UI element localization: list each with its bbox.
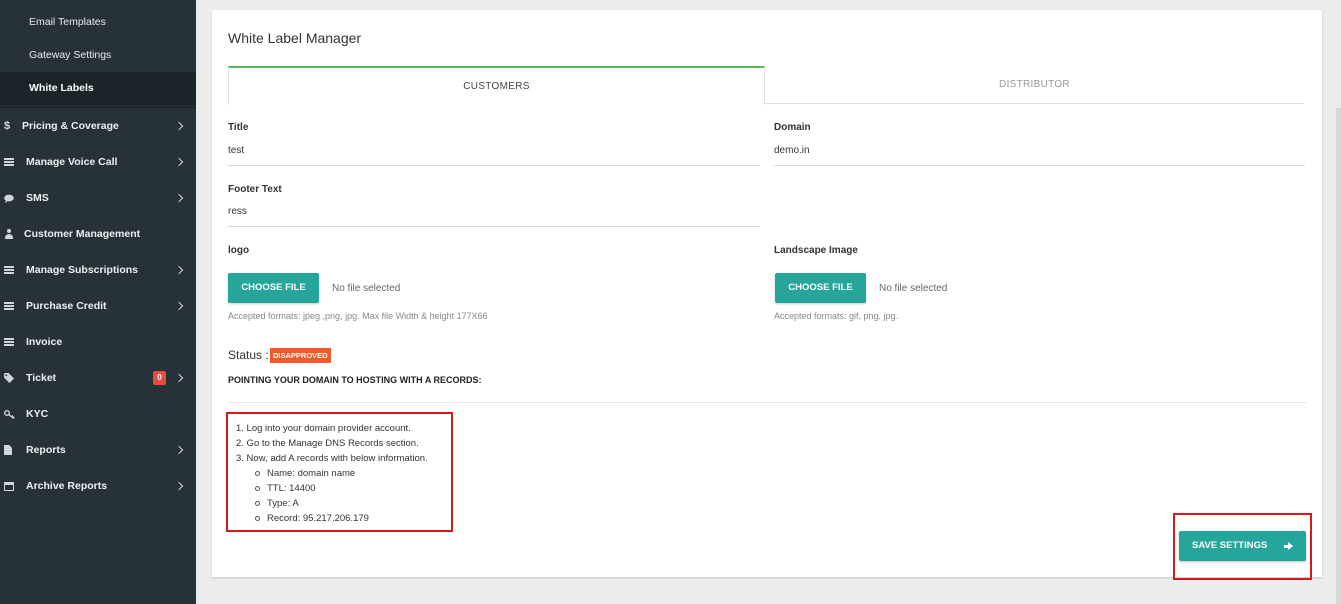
sidebar-item-label: Customer Management bbox=[24, 228, 141, 240]
section-divider bbox=[228, 402, 1306, 403]
user-icon bbox=[4, 229, 22, 239]
dns-record-item: TTL: 14400 bbox=[236, 481, 428, 496]
chevron-right-icon bbox=[174, 373, 184, 383]
landscape-file-status: No file selected bbox=[879, 283, 948, 294]
dns-instructions-heading: POINTING YOUR DOMAIN TO HOSTING WITH A R… bbox=[228, 375, 482, 385]
key-icon bbox=[4, 409, 22, 419]
sidebar-item-label: Manage Subscriptions bbox=[26, 264, 139, 276]
domain-field-label: Domain bbox=[774, 122, 811, 133]
status-badge: DISAPPROVED bbox=[270, 348, 331, 363]
sidebar-item-label: KYC bbox=[26, 408, 49, 420]
sidebar-item-label: Archive Reports bbox=[26, 480, 108, 492]
page-scrollbar[interactable] bbox=[1336, 108, 1341, 604]
sidebar-item-sms[interactable]: SMS bbox=[0, 180, 196, 216]
footer-text-input[interactable]: ress bbox=[228, 206, 760, 227]
sidebar-item-label: Reports bbox=[26, 444, 66, 456]
dns-instructions-box: 1. Log into your domain provider account… bbox=[226, 412, 453, 532]
landscape-choose-file-button[interactable]: CHOOSE FILE bbox=[775, 273, 866, 303]
title-field-label: Title bbox=[228, 122, 249, 133]
file-icon bbox=[4, 445, 22, 455]
sidebar-subitem-email-templates[interactable]: Email Templates bbox=[0, 6, 196, 39]
sidebar-item-reports[interactable]: Reports bbox=[0, 432, 196, 468]
landscape-image-field-label: Landscape Image bbox=[774, 245, 858, 256]
landscape-format-hint: Accepted formats: gif, png, jpg. bbox=[774, 311, 899, 321]
sidebar: Email Templates Gateway Settings White L… bbox=[0, 0, 196, 604]
sidebar-subitem-gateway-settings[interactable]: Gateway Settings bbox=[0, 39, 196, 72]
chevron-right-icon bbox=[174, 157, 184, 167]
list-icon bbox=[4, 302, 22, 310]
logo-choose-file-button[interactable]: CHOOSE FILE bbox=[228, 273, 319, 303]
logo-file-status: No file selected bbox=[332, 283, 401, 294]
sidebar-item-label: Invoice bbox=[26, 336, 63, 348]
save-highlight-frame: SAVE SETTINGS bbox=[1173, 513, 1312, 580]
comment-icon bbox=[4, 194, 22, 203]
sidebar-item-ticket[interactable]: Ticket 0 bbox=[0, 360, 196, 396]
tag-icon bbox=[4, 373, 22, 383]
chevron-right-icon bbox=[174, 265, 184, 275]
page-title: White Label Manager bbox=[228, 30, 362, 46]
settings-submenu: Email Templates Gateway Settings White L… bbox=[0, 0, 196, 105]
sidebar-item-manage-subscriptions[interactable]: Manage Subscriptions bbox=[0, 252, 196, 288]
white-label-card: White Label Manager CUSTOMERS DISTRIBUTO… bbox=[212, 10, 1322, 580]
chevron-right-icon bbox=[174, 193, 184, 203]
sidebar-item-manage-voice-call[interactable]: Manage Voice Call bbox=[0, 144, 196, 180]
list-icon bbox=[4, 338, 22, 346]
dns-record-item: Record: 95.217.206.179 bbox=[236, 511, 428, 526]
sidebar-item-invoice[interactable]: Invoice bbox=[0, 324, 196, 360]
save-settings-label: SAVE SETTINGS bbox=[1192, 540, 1268, 551]
logo-field-label: logo bbox=[228, 245, 250, 256]
sidebar-item-label: Ticket bbox=[26, 372, 57, 384]
sidebar-item-archive-reports[interactable]: Archive Reports bbox=[0, 468, 196, 504]
dns-steps-list: 1. Log into your domain provider account… bbox=[236, 421, 428, 526]
logo-format-hint: Accepted formats: jpeg ,png, jpg. Max fi… bbox=[228, 311, 488, 321]
ticket-count-badge: 0 bbox=[153, 371, 166, 385]
calendar-icon bbox=[4, 481, 22, 491]
sidebar-item-label: Manage Voice Call bbox=[26, 156, 118, 168]
status-label: Status : bbox=[228, 348, 269, 362]
sidebar-item-kyc[interactable]: KYC bbox=[0, 396, 196, 432]
dns-step: 1. Log into your domain provider account… bbox=[236, 423, 411, 434]
tab-customers[interactable]: CUSTOMERS bbox=[228, 66, 765, 105]
footer-text-field-label: Footer Text bbox=[228, 184, 282, 195]
sidebar-item-customer-management[interactable]: Customer Management bbox=[0, 216, 196, 252]
dns-step: 3. Now, add A records with below informa… bbox=[236, 453, 428, 464]
sidebar-item-pricing-coverage[interactable]: $ Pricing & Coverage bbox=[0, 108, 196, 144]
save-settings-button[interactable]: SAVE SETTINGS bbox=[1179, 531, 1306, 561]
sidebar-item-label: Purchase Credit bbox=[26, 300, 107, 312]
title-input[interactable]: test bbox=[228, 145, 760, 166]
dns-record-item: Type: A bbox=[236, 496, 428, 511]
tab-distributor[interactable]: DISTRIBUTOR bbox=[765, 66, 1304, 104]
chevron-right-icon bbox=[174, 301, 184, 311]
list-icon bbox=[4, 266, 22, 274]
domain-input[interactable]: demo.in bbox=[774, 145, 1305, 166]
dns-step: 2. Go to the Manage DNS Records section. bbox=[236, 438, 419, 449]
chevron-right-icon bbox=[174, 445, 184, 455]
tab-bar: CUSTOMERS DISTRIBUTOR bbox=[228, 66, 1304, 105]
dollar-icon: $ bbox=[4, 120, 11, 132]
list-icon bbox=[4, 158, 22, 166]
chevron-right-icon bbox=[174, 481, 184, 491]
sidebar-item-label: Pricing & Coverage bbox=[22, 120, 119, 132]
arrow-right-icon bbox=[1284, 542, 1293, 550]
sidebar-item-purchase-credit[interactable]: Purchase Credit bbox=[0, 288, 196, 324]
sidebar-item-label: SMS bbox=[26, 192, 49, 204]
chevron-right-icon bbox=[174, 121, 184, 131]
dns-record-item: Name: domain name bbox=[236, 466, 428, 481]
sidebar-subitem-white-labels[interactable]: White Labels bbox=[0, 72, 196, 105]
